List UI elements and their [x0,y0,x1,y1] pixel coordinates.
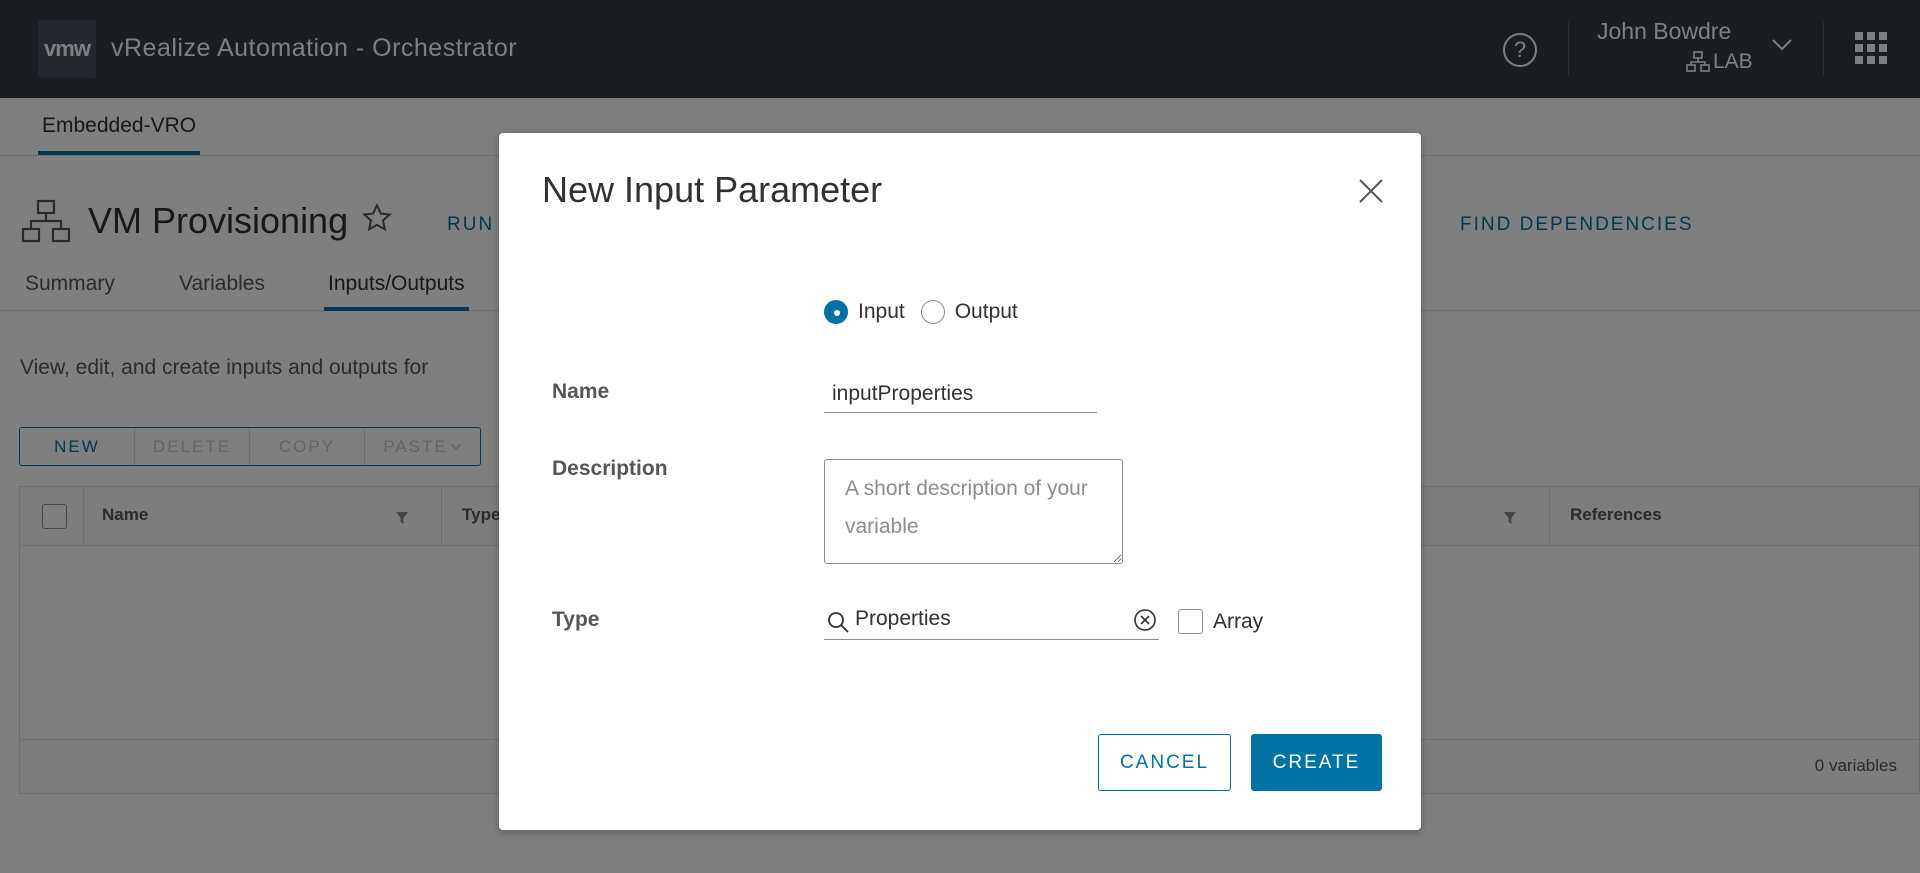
input-radio[interactable] [824,300,848,324]
dialog-title: New Input Parameter [542,169,883,210]
name-label: Name [552,380,610,403]
input-radio-label[interactable]: Input [858,300,905,324]
cancel-button[interactable]: CANCEL [1098,734,1231,791]
description-label: Description [552,457,668,480]
direction-radio-group: Input Output [824,300,1034,324]
type-input[interactable] [855,600,1115,638]
create-button[interactable]: CREATE [1251,734,1382,791]
array-checkbox[interactable] [1178,609,1203,634]
array-label[interactable]: Array [1213,610,1263,634]
output-radio-label[interactable]: Output [955,300,1018,324]
new-input-parameter-dialog: New Input Parameter Input Output Name De… [499,133,1421,830]
close-icon[interactable] [1357,177,1385,205]
name-input[interactable] [824,375,1097,413]
output-radio[interactable] [920,300,945,324]
search-icon [828,612,849,633]
clear-icon[interactable] [1133,608,1157,632]
type-field[interactable] [824,600,1159,640]
type-label: Type [552,608,600,631]
description-input[interactable] [824,459,1123,564]
